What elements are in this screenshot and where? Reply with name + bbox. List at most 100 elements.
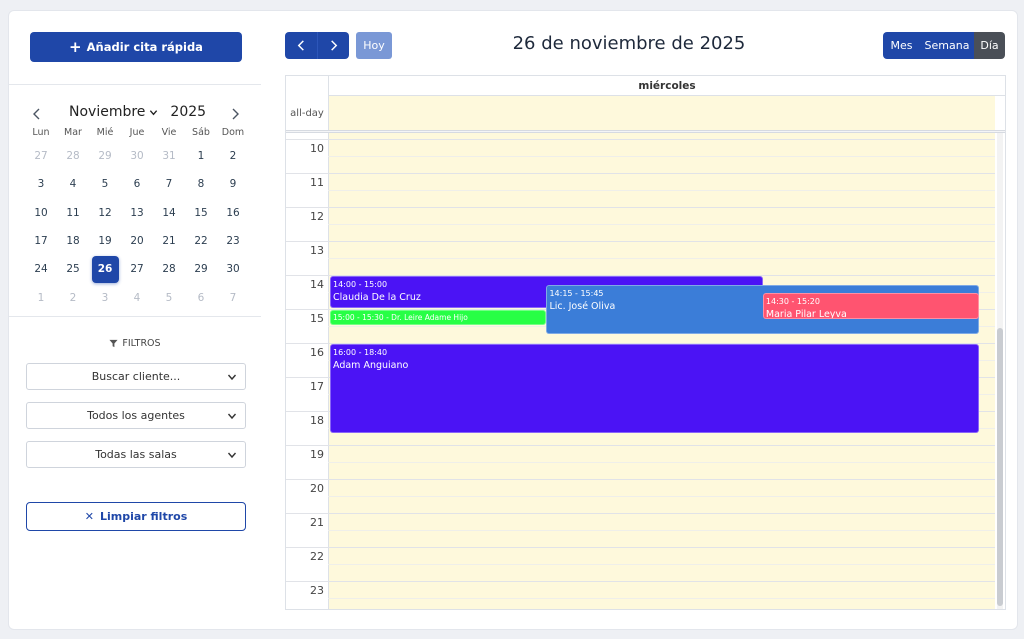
- half-hour-line: [328, 258, 995, 259]
- hour-line: [286, 207, 995, 208]
- hour-line: [286, 445, 995, 446]
- mini-day[interactable]: 28: [57, 142, 89, 170]
- mini-day[interactable]: 24: [25, 255, 57, 283]
- mini-day[interactable]: 4: [121, 283, 153, 311]
- mini-day[interactable]: 10: [25, 199, 57, 227]
- mini-day[interactable]: 6: [185, 283, 217, 311]
- mini-day-number: 30: [226, 263, 240, 276]
- mini-prev-month-button[interactable]: [27, 106, 47, 122]
- mini-day[interactable]: 1: [25, 283, 57, 311]
- hour-label: 13: [310, 244, 324, 257]
- mini-year: 2025: [170, 104, 207, 120]
- close-icon: ✕: [84, 510, 94, 523]
- mini-day[interactable]: 29: [185, 255, 217, 283]
- mini-day-selected[interactable]: 26: [89, 255, 121, 283]
- mini-calendar-grid: 27 28 29 30 31 1 2 3 4 5 6 7 8 9 10 11 12 13 14 15 16 17 18 19 2…: [25, 142, 249, 312]
- mini-day[interactable]: 30: [121, 142, 153, 170]
- mini-day[interactable]: 12: [89, 199, 121, 227]
- mini-day-number: 20: [130, 235, 144, 248]
- client-search-select[interactable]: Buscar cliente...: [26, 363, 246, 390]
- today-button[interactable]: Hoy: [356, 32, 392, 59]
- mini-day[interactable]: 21: [153, 227, 185, 255]
- mini-day[interactable]: 29: [89, 142, 121, 170]
- mini-day[interactable]: 1: [185, 142, 217, 170]
- weekday-label: Dom: [221, 127, 245, 138]
- hour-label: 20: [310, 482, 324, 495]
- mini-day[interactable]: 19: [89, 227, 121, 255]
- mini-day[interactable]: 17: [25, 227, 57, 255]
- mini-day[interactable]: 6: [121, 170, 153, 198]
- weekday-label: Vie: [161, 127, 177, 138]
- mini-day[interactable]: 7: [217, 283, 249, 311]
- mini-day[interactable]: 9: [217, 170, 249, 198]
- calendar-title: 26 de noviembre de 2025: [512, 33, 746, 54]
- mini-day[interactable]: 27: [121, 255, 153, 283]
- mini-day-number: 24: [34, 263, 48, 276]
- half-hour-line: [328, 496, 995, 497]
- scrollbar[interactable]: [997, 133, 1003, 609]
- mini-day-number: 5: [101, 178, 109, 191]
- mini-day[interactable]: 14: [153, 199, 185, 227]
- mini-day[interactable]: 3: [25, 170, 57, 198]
- mini-day[interactable]: 27: [25, 142, 57, 170]
- mini-day[interactable]: 15: [185, 199, 217, 227]
- scrollbar-thumb[interactable]: [997, 328, 1003, 606]
- mini-day[interactable]: 18: [57, 227, 89, 255]
- client-search-value: Buscar cliente...: [91, 370, 181, 383]
- mini-next-month-button[interactable]: [225, 106, 245, 122]
- hour-label: 19: [310, 448, 324, 461]
- weekday-label: Jue: [129, 127, 145, 138]
- weekday-label: Mar: [64, 127, 82, 138]
- quick-add-button[interactable]: + Añadir cita rápida: [30, 32, 242, 62]
- mini-day-number: 2: [69, 291, 77, 304]
- mini-day[interactable]: 2: [217, 142, 249, 170]
- mini-day-number: 6: [197, 291, 205, 304]
- chevron-down-icon: [150, 109, 158, 115]
- mini-calendar-title[interactable]: Noviembre 2025: [69, 104, 206, 120]
- prev-day-button[interactable]: [285, 32, 317, 59]
- mini-day[interactable]: 13: [121, 199, 153, 227]
- chevron-right-icon: [331, 40, 338, 51]
- time-grid[interactable]: 10 11 12 13 14 15 16 17 18 19 20 21 22 23 14:00 - 15:0…: [286, 133, 1005, 609]
- mini-day[interactable]: 5: [153, 283, 185, 311]
- clear-filters-button[interactable]: ✕ Limpiar filtros: [26, 502, 246, 531]
- mini-day[interactable]: 20: [121, 227, 153, 255]
- mini-day[interactable]: 31: [153, 142, 185, 170]
- rooms-select[interactable]: Todas las salas: [26, 441, 246, 468]
- chevron-down-icon: [227, 413, 237, 420]
- mini-day[interactable]: 30: [217, 255, 249, 283]
- mini-day-number: 6: [133, 178, 141, 191]
- next-day-button[interactable]: [317, 32, 349, 59]
- mini-month: Noviembre: [69, 104, 146, 120]
- mini-day-number: 31: [162, 150, 176, 163]
- mini-day[interactable]: 28: [153, 255, 185, 283]
- mini-day-number: 14: [162, 206, 176, 219]
- mini-day[interactable]: 5: [89, 170, 121, 198]
- mini-day[interactable]: 25: [57, 255, 89, 283]
- mini-day[interactable]: 3: [89, 283, 121, 311]
- mini-day[interactable]: 23: [217, 227, 249, 255]
- mini-day-number: 28: [162, 263, 176, 276]
- mini-day-number: 16: [226, 206, 240, 219]
- mini-day[interactable]: 22: [185, 227, 217, 255]
- view-week-button[interactable]: Semana: [920, 32, 974, 59]
- agents-select[interactable]: Todos los agentes: [26, 402, 246, 429]
- view-day-button[interactable]: Día: [974, 32, 1005, 59]
- calendar-event[interactable]: 14:30 - 15:20 Maria Pilar Leyva: [762, 293, 980, 320]
- mini-day[interactable]: 2: [57, 283, 89, 311]
- quick-add-label: Añadir cita rápida: [86, 40, 203, 54]
- mini-day[interactable]: 11: [57, 199, 89, 227]
- view-month-button[interactable]: Mes: [883, 32, 920, 59]
- mini-day[interactable]: 4: [57, 170, 89, 198]
- calendar-event[interactable]: 16:00 - 18:40 Adam Anguiano: [330, 344, 980, 433]
- mini-day-number: 28: [66, 150, 80, 163]
- allday-slot[interactable]: [328, 96, 995, 130]
- mini-day[interactable]: 16: [217, 199, 249, 227]
- mini-day-number: 25: [66, 263, 80, 276]
- mini-weekday-header: Lun Mar Mié Jue Vie Sáb Dom: [25, 127, 249, 138]
- chevron-down-icon: [227, 452, 237, 459]
- calendar-event[interactable]: 15:00 - 15:30 - Dr. Leire Adame Hijo: [330, 310, 547, 325]
- mini-day[interactable]: 7: [153, 170, 185, 198]
- mini-day[interactable]: 8: [185, 170, 217, 198]
- event-time: 15:00 - 15:30 - Dr. Leire Adame Hijo: [333, 313, 468, 322]
